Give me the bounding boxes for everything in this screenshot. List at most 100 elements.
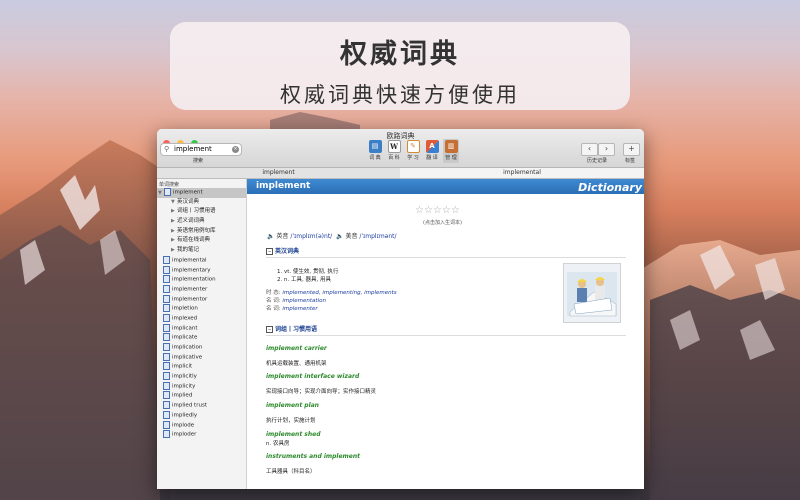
word-list-item[interactable]: implementary: [157, 265, 246, 276]
word-list-label: implied: [172, 392, 193, 399]
sidebar-item-label: 我的笔记: [177, 247, 200, 254]
phrase-5-meaning: 工具器具（科目名）: [266, 469, 316, 475]
word-list-label: impliedly: [172, 412, 198, 419]
divider: [266, 257, 626, 258]
phrase-2[interactable]: implement interface wizard: [266, 373, 359, 380]
entry-pane: implement Dictionary ☆☆☆☆☆ (点击加入生词本) 🔈 英…: [247, 179, 644, 489]
sidebar-item-label: 英汉词典: [177, 198, 200, 205]
word-list-item[interactable]: impliedly: [157, 410, 246, 421]
sidebar-item-implement[interactable]: ▼ implement: [157, 188, 246, 198]
word-list-item[interactable]: implied trust: [157, 401, 246, 411]
section-title: 英汉词典: [275, 248, 300, 255]
morph-tense: 时 态: implemented, implementing, implemen…: [266, 288, 397, 296]
toolbar-translate-button[interactable]: A 翻 译: [424, 140, 440, 161]
pron-uk-label: 英音: [276, 233, 289, 240]
word-list-item[interactable]: implicate: [157, 333, 246, 343]
entry-header: implement Dictionary: [247, 179, 644, 194]
sidebar-item-synonyms[interactable]: ▶ 近义词词典: [157, 217, 246, 227]
rating-stars[interactable]: ☆☆☆☆☆: [415, 205, 460, 216]
toolbar-dict-button[interactable]: ▤ 词 典: [367, 140, 383, 161]
sidebar-item-phrases[interactable]: ▶ 词组丨习惯用语: [157, 207, 246, 217]
sidebar-item-examples[interactable]: ▶ 英语常用例句库: [157, 227, 246, 237]
sidebar-item-notes[interactable]: ▶ 我的笔记: [157, 246, 246, 256]
word-list-label: impletion: [172, 305, 198, 312]
morph-noun-2: 名 词: implementer: [266, 304, 318, 312]
word-list-label: implementation: [172, 276, 216, 283]
word-list-label: implementor: [172, 296, 208, 303]
document-icon: [163, 304, 170, 313]
document-icon: [163, 323, 170, 332]
phrase-4[interactable]: implement shed: [266, 431, 321, 438]
word-list-item[interactable]: implexed: [157, 313, 246, 324]
document-icon: [164, 188, 171, 196]
word-list-item[interactable]: implicitly: [157, 372, 246, 382]
speaker-icon[interactable]: 🔈: [267, 233, 274, 240]
collapse-icon[interactable]: −: [266, 326, 273, 333]
morph-noun-1: 名 词: implementation: [266, 296, 326, 304]
sidebar-header: 单词搜索: [159, 182, 180, 188]
entry-illustration: [563, 263, 621, 323]
toolbar-dict-label: 词 典: [369, 155, 381, 161]
word-list-item[interactable]: implode: [157, 420, 246, 431]
word-list-item[interactable]: implemental: [157, 255, 246, 266]
word-list-item[interactable]: implied: [157, 391, 246, 401]
tab-implement[interactable]: implement: [157, 168, 400, 178]
forward-button[interactable]: ›: [598, 143, 615, 156]
word-list-item[interactable]: implication: [157, 343, 246, 353]
pron-us-phonetic: /ˈɪmplɪmənt/: [359, 233, 397, 240]
word-list-item[interactable]: implementer: [157, 284, 246, 295]
document-icon: [163, 372, 170, 381]
word-list-item[interactable]: impletion: [157, 304, 246, 314]
word-list-item[interactable]: imploder: [157, 430, 246, 440]
section-en-cn-dict[interactable]: − 英汉词典: [266, 246, 299, 255]
banner-title: 权威词典: [340, 39, 460, 70]
phrase-1[interactable]: implement carrier: [266, 345, 327, 352]
back-button[interactable]: ‹: [581, 143, 598, 156]
study-icon: ✎: [406, 140, 420, 153]
word-list-label: implicit: [172, 363, 193, 370]
speaker-icon[interactable]: 🔈: [336, 233, 343, 240]
document-icon: [163, 284, 170, 293]
word-list-item[interactable]: implicant: [157, 323, 246, 334]
word-list-item[interactable]: implicative: [157, 352, 246, 363]
book-icon: ▤: [368, 140, 382, 153]
wiki-icon: W: [387, 140, 401, 153]
bookmark-label: 标签: [625, 158, 636, 164]
toolbar-wiki-button[interactable]: W 百 科: [386, 140, 402, 161]
document-icon: [163, 381, 170, 390]
document-icon: [163, 343, 170, 351]
sidebar-item-en-cn-dict[interactable]: ▼ 英汉词典: [157, 198, 246, 208]
phrase-5[interactable]: instruments and implement: [266, 453, 360, 460]
add-bookmark-button[interactable]: +: [623, 143, 640, 156]
word-list-label: implicant: [172, 325, 198, 332]
collapse-icon[interactable]: −: [266, 248, 273, 255]
app-window: 欧路词典 ⚲ implement × 搜索 ▤ 词 典 W 百 科 ✎ 学 习 …: [157, 129, 644, 489]
word-list-item[interactable]: implementation: [157, 275, 246, 285]
phrase-4-meaning: n. 农具房: [266, 441, 290, 447]
chevron-right-icon: ›: [604, 144, 609, 153]
word-list-item[interactable]: implementor: [157, 294, 246, 305]
titlebar: 欧路词典 ⚲ implement × 搜索 ▤ 词 典 W 百 科 ✎ 学 习 …: [157, 129, 644, 168]
toolbar-manage-label: 管 理: [445, 155, 457, 161]
section-phrases[interactable]: − 词组丨习惯用语: [266, 324, 317, 333]
document-icon: [163, 352, 170, 361]
word-list-item[interactable]: implicity: [157, 381, 246, 392]
search-input[interactable]: ⚲ implement ×: [160, 143, 242, 156]
toolbar-translate-label: 翻 译: [426, 155, 438, 161]
word-list-label: implode: [172, 422, 195, 428]
sidebar: 单词搜索 ▼ implement ▼ 英汉词典 ▶ 词组丨习惯用语 ▶ 近义词词典 ▶ 英…: [157, 179, 247, 489]
toolbar-study-button[interactable]: ✎ 学 习: [405, 140, 421, 161]
phrase-3[interactable]: implement plan: [266, 402, 319, 409]
sidebar-item-label: 英语常用例句库: [177, 227, 216, 234]
clear-search-icon[interactable]: ×: [232, 146, 239, 153]
sidebar-item-youdao[interactable]: ▶ 有道在线词典: [157, 236, 246, 246]
word-list-label: implicate: [172, 334, 198, 341]
morph-value[interactable]: implementer: [282, 306, 317, 312]
document-icon: [163, 401, 170, 410]
word-list-label: implied trust: [172, 402, 207, 409]
word-list-item[interactable]: implicit: [157, 362, 246, 372]
tab-implemental[interactable]: implemental: [400, 168, 644, 178]
toolbar-manage-button[interactable]: ▥ 管 理: [443, 139, 459, 163]
search-value[interactable]: implement: [174, 144, 212, 155]
document-icon: [163, 313, 170, 322]
